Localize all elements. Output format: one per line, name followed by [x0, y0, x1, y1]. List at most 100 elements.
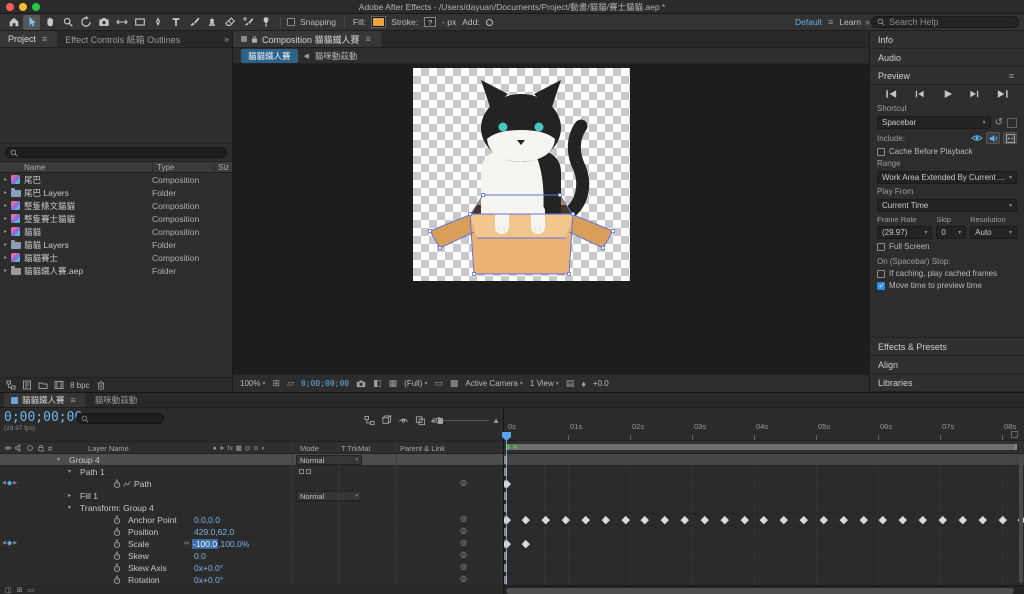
project-row[interactable]: ▸ 貓貓賽士 Composition [0, 251, 232, 264]
column-layer-name[interactable]: Layer Name [88, 444, 129, 453]
work-area-bar[interactable] [504, 441, 1024, 454]
include-overlays-icon[interactable] [1003, 132, 1017, 144]
panel-menu-icon[interactable]: ≡ [1007, 71, 1016, 81]
clone-stamp-tool[interactable] [203, 15, 220, 30]
skip-dropdown[interactable]: 0 ▾ [936, 226, 967, 239]
keyframe-diamond[interactable] [879, 515, 888, 524]
play-button[interactable] [941, 89, 954, 99]
magnification-dropdown[interactable]: 100% ▾ [240, 379, 265, 388]
keyframe-diamond[interactable] [522, 515, 530, 524]
timeline-lane[interactable] [504, 454, 1024, 466]
timeline-lane[interactable] [504, 526, 1024, 538]
timeline-row-transform-group-4[interactable]: ▾ Transform: Group 4 [0, 502, 503, 514]
keyframe-diamond[interactable] [641, 515, 650, 524]
graph-editor-set-icon[interactable] [123, 480, 131, 488]
timeline-row-position[interactable]: Position 429.0,62.0 ◎ [0, 526, 503, 538]
panel-menu-icon[interactable]: ≡ [364, 34, 373, 44]
timeline-row-scale[interactable]: ◀ ◆ ▶ Scale ∞ -100.0,100.0% ◎ [0, 538, 503, 550]
timeline-lane[interactable] [504, 478, 1024, 490]
checkbox-box[interactable] [877, 242, 885, 251]
zoom-track[interactable] [437, 417, 490, 424]
pickwhip-icon[interactable]: ◎ [460, 562, 467, 571]
checkbox-box[interactable] [877, 147, 885, 156]
tab-timeline-other[interactable]: 貓咪動茲動 [88, 393, 145, 407]
interpret-footage-icon[interactable] [22, 380, 32, 390]
checkbox-box[interactable] [877, 269, 885, 278]
keyframe-diamond[interactable] [680, 515, 689, 524]
first-frame-button[interactable] [885, 89, 898, 99]
panel-info[interactable]: Info [870, 31, 1024, 49]
mode-dropdown[interactable]: Normal ▾ [296, 491, 362, 501]
next-frame-button[interactable] [968, 89, 981, 99]
new-composition-icon[interactable] [54, 380, 64, 390]
checkbox-box[interactable] [877, 281, 885, 290]
panel-libraries[interactable]: Libraries [870, 374, 1024, 392]
timeline-lane[interactable] [504, 514, 1024, 526]
column-index[interactable]: # [48, 444, 52, 453]
panel-audio[interactable]: Audio [870, 49, 1024, 67]
last-frame-button[interactable] [996, 89, 1009, 99]
stopwatch-icon[interactable] [113, 551, 121, 561]
timeline-search-input[interactable] [76, 413, 164, 424]
property-value[interactable]: 0x+0.0° [194, 563, 223, 573]
breadcrumb-parent[interactable]: 貓咪動茲動 [315, 50, 358, 62]
pickwhip-icon[interactable]: ◎ [460, 526, 467, 535]
timeline-row-anchor-point[interactable]: Anchor Point 0.0,0.0 ◎ [0, 514, 503, 526]
timeline-row-path[interactable]: ◀ ◆ ▶ Path ◎ [0, 478, 503, 490]
shortcut-dropdown[interactable]: Spacebar ▾ [877, 116, 991, 129]
move-time-checkbox[interactable]: Move time to preview time [877, 281, 1017, 290]
full-screen-checkbox[interactable]: Full Screen [877, 242, 1017, 251]
shape-tool[interactable] [131, 15, 148, 30]
project-row[interactable]: ▸ 尾巴 Composition [0, 173, 232, 186]
twirl-icon[interactable]: ▾ [57, 456, 60, 463]
panel-align[interactable]: Align [870, 356, 1024, 374]
project-row[interactable]: ▸ 貓貓鐵人賽.aep Folder [0, 264, 232, 277]
timeline-lane[interactable] [504, 550, 1024, 562]
reset-shortcut-icon[interactable]: ↺ [995, 117, 1003, 128]
brush-tool[interactable] [185, 15, 202, 30]
stroke-color-swatch[interactable]: ? [424, 17, 437, 27]
project-row[interactable]: ▸ 整隻條文貓貓 Composition [0, 199, 232, 212]
stopwatch-icon[interactable] [113, 563, 121, 573]
twirl-icon[interactable]: ▸ [0, 189, 11, 196]
expand-layer-pane-icon[interactable]: ◫ [5, 586, 12, 594]
project-table-header[interactable]: Name Type Siz [0, 161, 232, 173]
type-tool[interactable] [167, 15, 184, 30]
camera-view-dropdown[interactable]: Active Camera ▾ [465, 379, 522, 388]
workspace-menu-icon[interactable]: ≡ [826, 17, 835, 27]
property-value[interactable]: 0.0,0.0 [194, 515, 220, 525]
stopwatch-icon[interactable] [113, 479, 121, 489]
keyframe-diamond[interactable] [621, 515, 630, 524]
property-value[interactable]: 0x+0.0° [194, 575, 223, 585]
timeline-ruler[interactable]: 0s 01s 02s 03s 04s 05s 06s 07s 08s [502, 408, 1024, 441]
pickwhip-icon[interactable]: ◎ [460, 478, 467, 487]
lock-column-icon[interactable] [37, 444, 45, 452]
twirl-icon[interactable]: ▸ [68, 492, 71, 499]
work-area-range[interactable] [506, 444, 1017, 450]
twirl-icon[interactable]: ▸ [0, 267, 11, 274]
pickwhip-icon[interactable]: ◎ [460, 538, 467, 547]
hide-shy-layers-icon[interactable] [398, 415, 409, 426]
keyframe-navigator[interactable]: ◀ ◆ ▶ [2, 539, 17, 547]
render-time-icon[interactable]: ▭ [28, 586, 35, 594]
audio-column-icon[interactable] [15, 444, 23, 452]
column-mode[interactable]: Mode [300, 444, 319, 453]
comp-marker-bin-icon[interactable] [1011, 431, 1018, 438]
video-column-icon[interactable] [4, 444, 12, 452]
preview-resolution-dropdown[interactable]: Auto ▾ [970, 226, 1018, 239]
stopwatch-icon[interactable] [113, 539, 121, 549]
keyframe-diamond[interactable] [522, 539, 530, 548]
current-time-indicator-line[interactable] [506, 436, 507, 585]
pickwhip-icon[interactable]: ◎ [460, 514, 467, 523]
column-trkmat[interactable]: T TrkMat [341, 444, 370, 453]
snapping-checkbox-box[interactable] [287, 18, 295, 26]
previous-frame-button[interactable] [913, 89, 926, 99]
snapshot-camera-icon[interactable] [356, 379, 366, 388]
caching-play-checkbox[interactable]: If caching, play cached frames [877, 269, 1017, 278]
current-time-indicator-handle[interactable] [502, 432, 511, 441]
tab-project[interactable]: Project ≡ [0, 31, 58, 47]
timeline-lane[interactable] [504, 502, 1024, 514]
add-menu-button[interactable] [485, 18, 493, 26]
resolution-dropdown[interactable]: (Full) ▾ [404, 379, 427, 388]
keyframe-diamond[interactable] [918, 515, 927, 524]
